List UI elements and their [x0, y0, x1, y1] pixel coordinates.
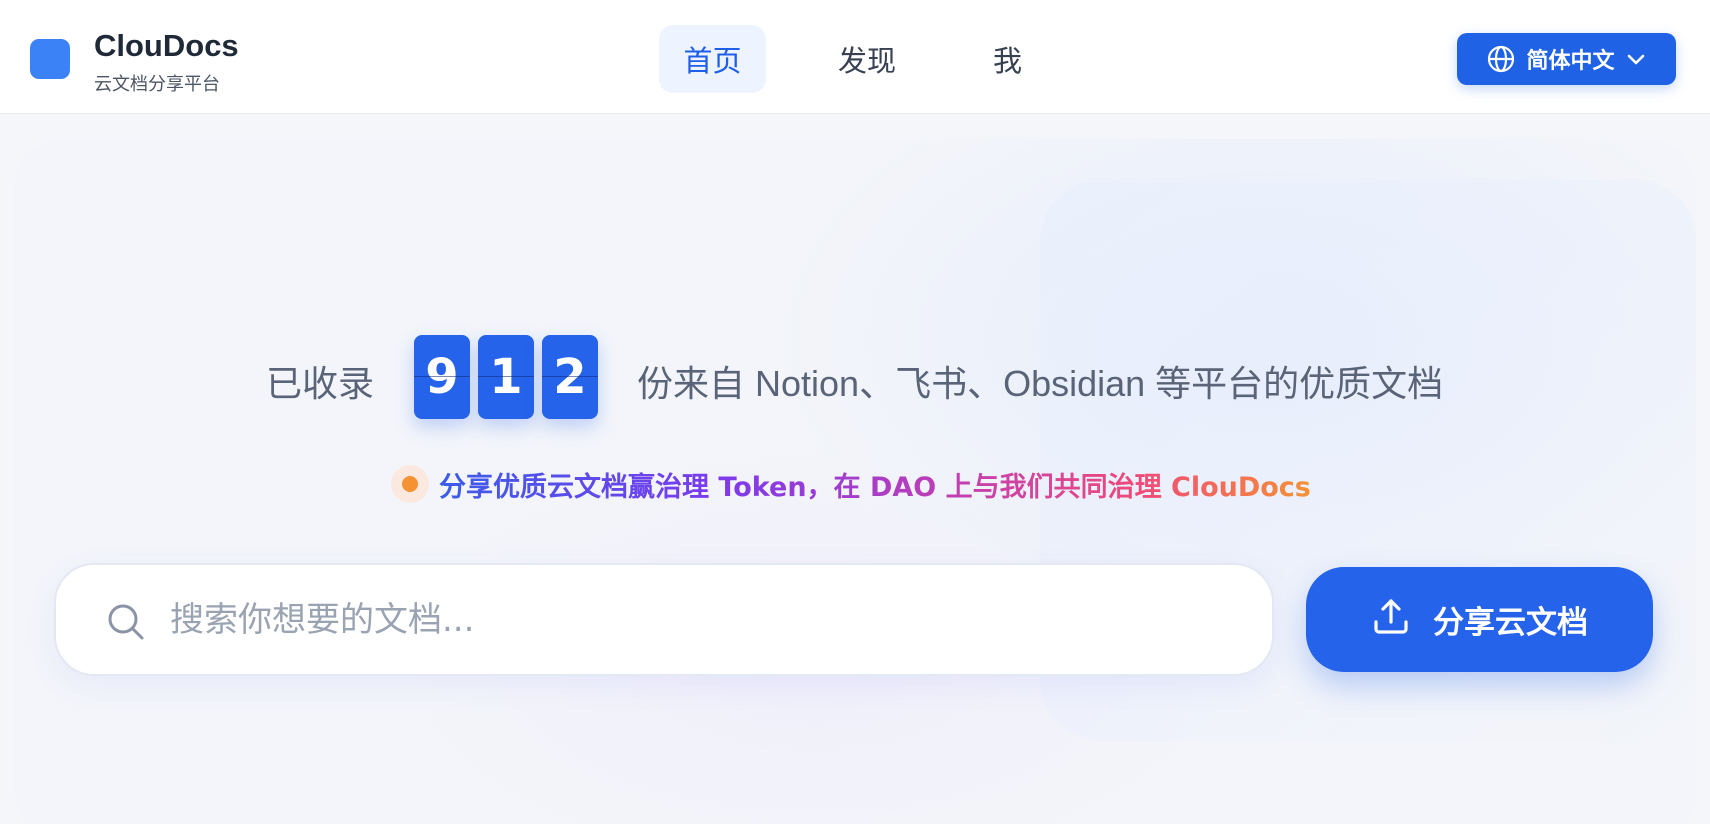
brand-subtitle: 云文档分享平台: [94, 74, 220, 95]
logo-icon[interactable]: [30, 39, 70, 79]
count-digit: 1: [478, 335, 534, 419]
upload-icon: [1371, 596, 1411, 644]
stat-suffix: 份来自 Notion、飞书、Obsidian 等平台的优质文档: [637, 363, 1444, 404]
search-icon: [106, 602, 146, 646]
share-doc-button[interactable]: 分享云文档: [1306, 567, 1653, 672]
globe-icon: [1486, 44, 1516, 74]
nav-item-discover[interactable]: 发现: [815, 25, 919, 93]
status-dot-icon: [391, 465, 429, 503]
language-selector-button[interactable]: 简体中文: [1457, 33, 1676, 85]
tagline-text: 分享优质云文档赢治理 Token，在 DAO 上与我们共同治理 ClouDocs: [439, 465, 1311, 504]
count-digit: 2: [542, 335, 598, 419]
chevron-down-icon: [1625, 48, 1647, 70]
search-input[interactable]: [170, 587, 1250, 653]
stat-prefix: 已收录: [266, 364, 375, 405]
share-button-label: 分享云文档: [1433, 605, 1588, 641]
search-bar[interactable]: [54, 563, 1274, 676]
language-label: 简体中文: [1526, 49, 1615, 74]
governance-tagline: 分享优质云文档赢治理 Token，在 DAO 上与我们共同治理 ClouDocs: [391, 464, 1311, 504]
top-header: ClouDocs 云文档分享平台 首页 发现 我 简体中文: [0, 0, 1710, 114]
nav-item-home[interactable]: 首页: [659, 25, 766, 93]
document-count-line: 已收录 9 1 2 份来自 Notion、飞书、Obsidian 等平台的优质文…: [0, 335, 1710, 421]
count-digit: 9: [414, 335, 470, 419]
brand-name[interactable]: ClouDocs: [94, 28, 239, 64]
nav-item-me[interactable]: 我: [975, 25, 1040, 93]
